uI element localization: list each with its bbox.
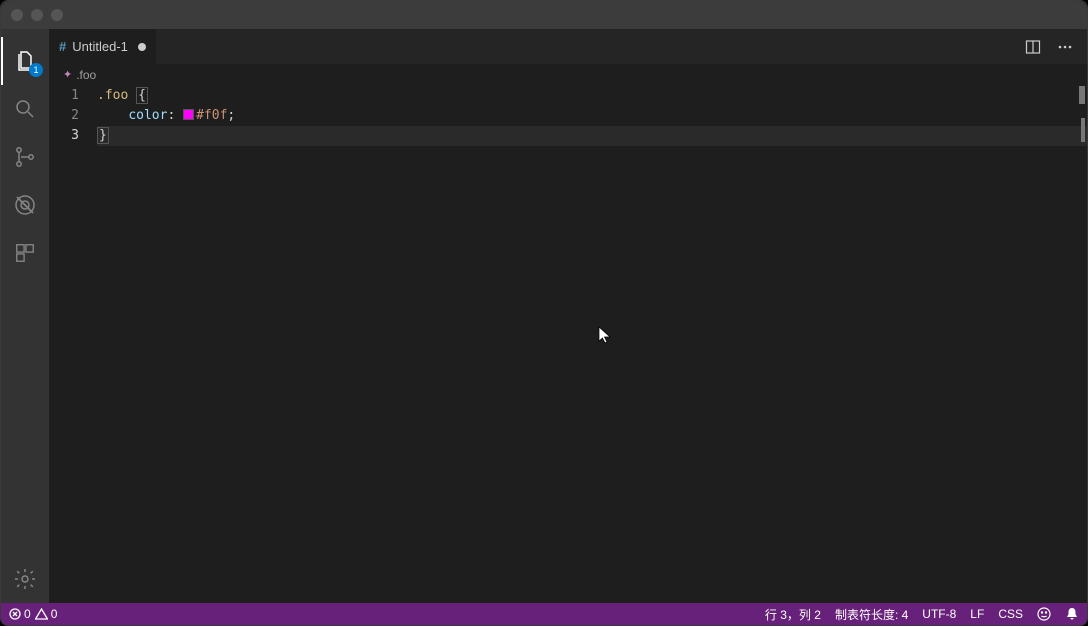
mouse-cursor-icon bbox=[598, 326, 612, 344]
tab-untitled-1[interactable]: # Untitled-1 bbox=[49, 29, 157, 64]
text-editor[interactable]: 1 2 3 .foo { color: #f0f; } bbox=[49, 86, 1087, 603]
activity-bar: 1 bbox=[1, 29, 49, 603]
tab-actions bbox=[1021, 29, 1087, 64]
code-content[interactable]: .foo { color: #f0f; } bbox=[97, 86, 1087, 603]
status-warnings[interactable]: 0 bbox=[35, 607, 58, 621]
extensions-icon bbox=[14, 242, 36, 264]
explorer-badge: 1 bbox=[29, 63, 43, 77]
more-actions-button[interactable] bbox=[1053, 35, 1077, 59]
status-errors[interactable]: 0 bbox=[9, 607, 31, 621]
line-number: 3 bbox=[49, 126, 79, 146]
app-window: 1 # Untitle bbox=[0, 0, 1088, 626]
code-line[interactable]: color: #f0f; bbox=[97, 106, 1087, 126]
traffic-close[interactable] bbox=[11, 9, 23, 21]
status-bar: 0 0 行 3，列 2 制表符长度: 4 UTF-8 LF CSS bbox=[1, 603, 1087, 625]
split-editor-icon bbox=[1025, 39, 1041, 55]
warning-icon bbox=[35, 608, 48, 620]
line-number: 1 bbox=[49, 86, 79, 106]
breadcrumb-label: .foo bbox=[76, 68, 96, 82]
split-editor-button[interactable] bbox=[1021, 35, 1045, 59]
editor-group: # Untitled-1 ✦ .foo bbox=[49, 29, 1087, 603]
smiley-icon bbox=[1037, 607, 1051, 621]
traffic-minimize[interactable] bbox=[31, 9, 43, 21]
activity-settings[interactable] bbox=[1, 555, 49, 603]
traffic-zoom[interactable] bbox=[51, 9, 63, 21]
gear-icon bbox=[13, 567, 37, 591]
activity-scm[interactable] bbox=[1, 133, 49, 181]
activity-explorer[interactable]: 1 bbox=[1, 37, 49, 85]
debug-icon bbox=[13, 193, 37, 217]
search-icon bbox=[13, 97, 37, 121]
status-eol[interactable]: LF bbox=[970, 607, 984, 621]
status-indentation[interactable]: 制表符长度: 4 bbox=[835, 606, 908, 623]
window-controls bbox=[11, 9, 63, 21]
line-number-gutter: 1 2 3 bbox=[49, 86, 97, 603]
code-line[interactable]: .foo { bbox=[97, 86, 1087, 106]
code-line[interactable]: } bbox=[97, 126, 1087, 146]
status-notifications[interactable] bbox=[1065, 607, 1079, 621]
activity-extensions[interactable] bbox=[1, 229, 49, 277]
activity-debug[interactable] bbox=[1, 181, 49, 229]
status-encoding[interactable]: UTF-8 bbox=[922, 607, 956, 621]
status-feedback[interactable] bbox=[1037, 607, 1051, 621]
workbench: 1 # Untitle bbox=[1, 29, 1087, 603]
breadcrumb[interactable]: ✦ .foo bbox=[49, 64, 1087, 86]
status-cursor-position[interactable]: 行 3，列 2 bbox=[765, 606, 821, 623]
line-number: 2 bbox=[49, 106, 79, 126]
bell-icon bbox=[1065, 607, 1079, 621]
source-control-icon bbox=[13, 145, 37, 169]
minimap-slider[interactable] bbox=[1079, 86, 1085, 104]
css-file-icon: # bbox=[59, 39, 66, 54]
titlebar[interactable] bbox=[1, 1, 1087, 29]
minimap[interactable] bbox=[1067, 86, 1087, 603]
tab-title: Untitled-1 bbox=[72, 39, 128, 54]
dirty-indicator-icon bbox=[138, 43, 146, 51]
activity-search[interactable] bbox=[1, 85, 49, 133]
css-rule-icon: ✦ bbox=[63, 68, 72, 81]
status-language-mode[interactable]: CSS bbox=[998, 607, 1023, 621]
ellipsis-icon bbox=[1057, 39, 1073, 55]
error-icon bbox=[9, 608, 21, 620]
minimap-marker bbox=[1081, 118, 1085, 142]
tabs-bar: # Untitled-1 bbox=[49, 29, 1087, 64]
color-swatch-icon[interactable] bbox=[183, 109, 194, 120]
